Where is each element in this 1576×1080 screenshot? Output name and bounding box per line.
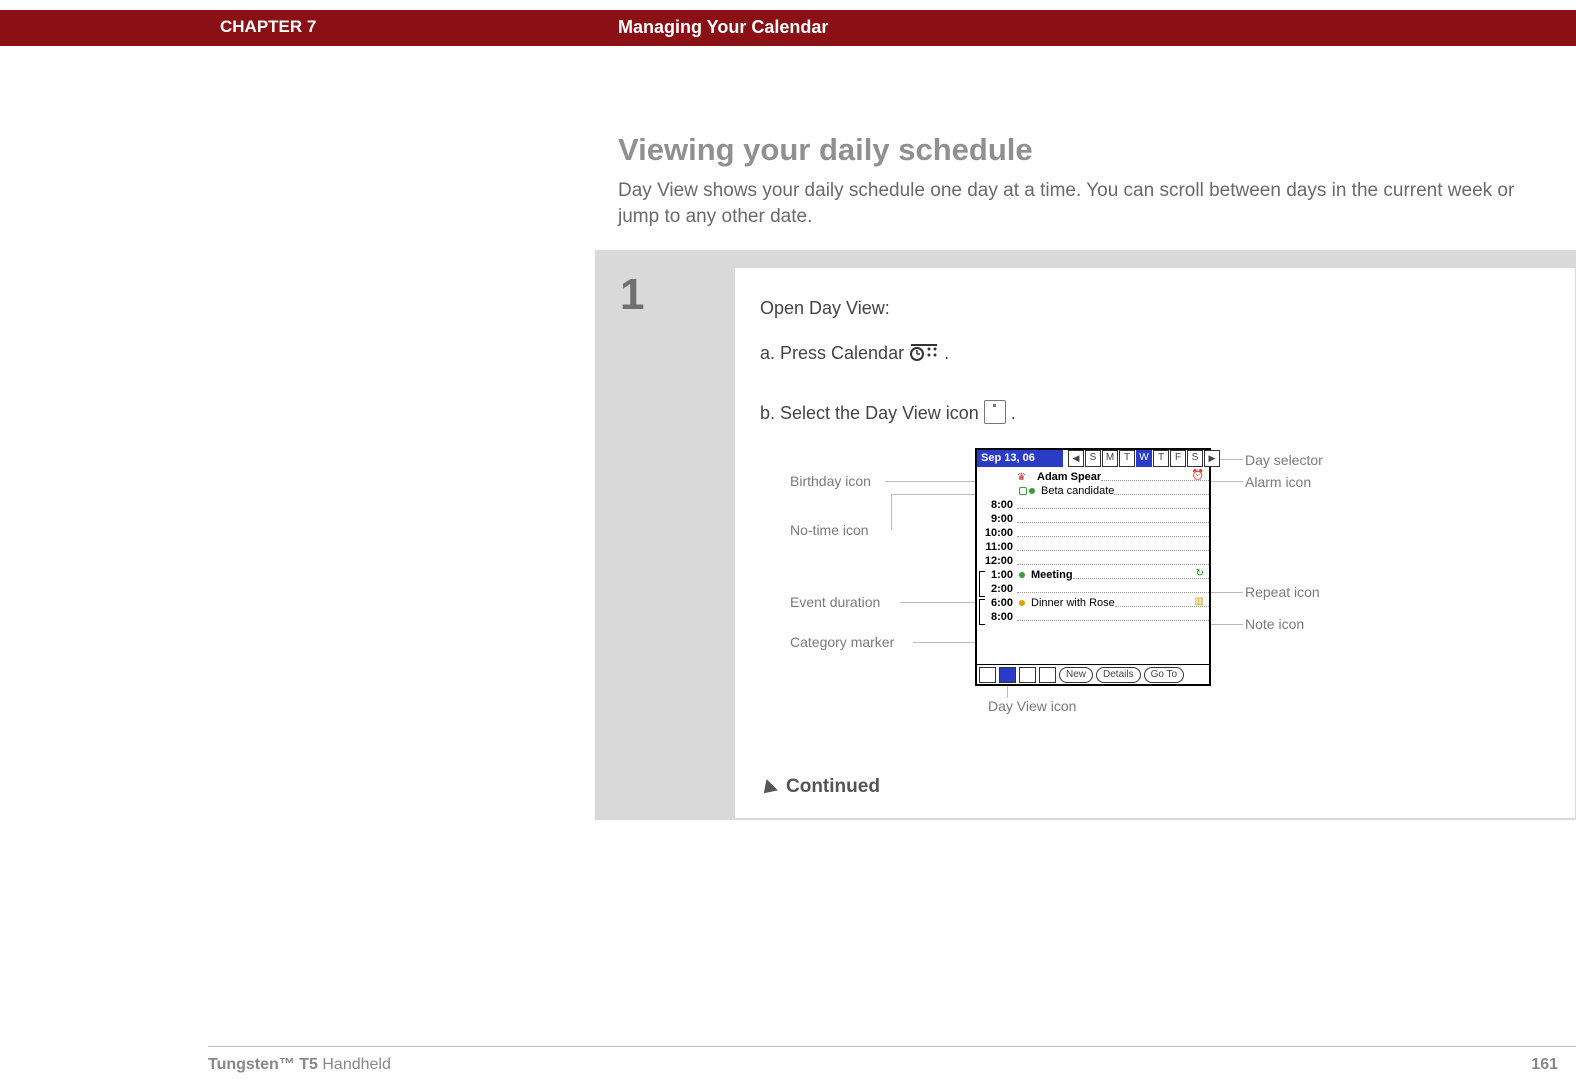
day-selector: ◀ S M T W T F S ▶ bbox=[1067, 450, 1220, 467]
event-row-dinner[interactable]: 6:00 Dinner with Rose ▥ bbox=[977, 596, 1209, 610]
day-next-arrow-icon[interactable]: ▶ bbox=[1204, 450, 1220, 467]
category-marker-icon bbox=[1029, 488, 1035, 494]
event-notime-name: Beta candidate bbox=[1037, 485, 1114, 497]
no-time-icon bbox=[1019, 487, 1027, 495]
day-mon[interactable]: M bbox=[1102, 450, 1118, 467]
goto-button[interactable]: Go To bbox=[1144, 667, 1185, 683]
day-sun[interactable]: S bbox=[1085, 450, 1101, 467]
step-open-line: Open Day View: bbox=[760, 298, 890, 319]
step-sub-b: b. Select the Day View icon . bbox=[760, 400, 1016, 424]
device-date[interactable]: Sep 13, 06 bbox=[977, 450, 1063, 467]
day-view-icon bbox=[984, 400, 1006, 424]
new-button[interactable]: New bbox=[1059, 667, 1093, 683]
view-week-button[interactable] bbox=[1019, 667, 1036, 683]
section-intro: Day View shows your daily schedule one d… bbox=[618, 178, 1558, 229]
callout-no-time-icon: No-time icon bbox=[790, 522, 869, 538]
continued-indicator: Continued bbox=[760, 776, 880, 798]
chapter-label: CHAPTER 7 bbox=[220, 17, 316, 37]
continued-label: Continued bbox=[786, 776, 880, 798]
view-month-button[interactable] bbox=[1039, 667, 1056, 683]
view-day-button[interactable] bbox=[999, 667, 1016, 683]
event-row-birthday[interactable]: ♛ Adam Spear ⏰ bbox=[977, 470, 1209, 484]
continued-arrow-icon bbox=[758, 779, 778, 799]
day-prev-arrow-icon[interactable]: ◀ bbox=[1068, 450, 1084, 467]
step-sub-a-suffix: . bbox=[944, 343, 949, 363]
step-sub-a-prefix: a. Press Calendar bbox=[760, 343, 909, 363]
calendar-button-icon bbox=[909, 343, 939, 368]
callout-day-view-icon: Day View icon bbox=[988, 698, 1076, 714]
event-birthday-name: Adam Spear bbox=[1033, 471, 1101, 483]
footer-product-rest: Handheld bbox=[318, 1056, 391, 1073]
footer-product-bold: Tungsten™ T5 bbox=[208, 1056, 318, 1073]
event-row-notime[interactable]: Beta candidate bbox=[977, 484, 1209, 498]
birthday-icon: ♛ bbox=[1017, 472, 1027, 482]
callout-repeat-icon: Repeat icon bbox=[1245, 584, 1320, 600]
view-agenda-button[interactable] bbox=[979, 667, 996, 683]
device-body: ♛ Adam Spear ⏰ Beta candidate bbox=[977, 470, 1209, 662]
category-marker-icon bbox=[1019, 572, 1025, 578]
day-wed[interactable]: W bbox=[1136, 450, 1152, 467]
callout-birthday-icon: Birthday icon bbox=[790, 473, 871, 489]
footer-page-number: 161 bbox=[1531, 1056, 1558, 1074]
header-bar: CHAPTER 7 Managing Your Calendar bbox=[0, 10, 1576, 46]
step-panel: Open Day View: a. Press Calendar . bbox=[735, 268, 1575, 818]
callout-note-icon: Note icon bbox=[1245, 616, 1304, 632]
callout-alarm-icon: Alarm icon bbox=[1245, 474, 1311, 490]
details-button[interactable]: Details bbox=[1096, 667, 1141, 683]
step-number: 1 bbox=[620, 270, 644, 320]
section-heading: Viewing your daily schedule bbox=[618, 132, 1033, 168]
callout-event-duration: Event duration bbox=[790, 594, 880, 610]
event-row-meeting[interactable]: 1:00 Meeting ↻ bbox=[977, 568, 1209, 582]
step-sub-a: a. Press Calendar . bbox=[760, 343, 949, 368]
chapter-title: Managing Your Calendar bbox=[618, 17, 828, 38]
step-sub-b-suffix: . bbox=[1011, 403, 1016, 423]
footer-divider bbox=[208, 1046, 1576, 1047]
step-panel-inner: Open Day View: a. Press Calendar . bbox=[735, 268, 1575, 818]
device-screenshot: Sep 13, 06 ◀ S M T W T F S ▶ bbox=[975, 448, 1211, 686]
callout-category-marker: Category marker bbox=[790, 634, 894, 650]
device-header: Sep 13, 06 ◀ S M T W T F S ▶ bbox=[977, 450, 1209, 467]
day-sat[interactable]: S bbox=[1187, 450, 1203, 467]
footer-product: Tungsten™ T5 Handheld bbox=[208, 1056, 391, 1074]
alarm-icon: ⏰ bbox=[1192, 470, 1204, 481]
day-thu[interactable]: T bbox=[1153, 450, 1169, 467]
category-marker-icon bbox=[1019, 600, 1025, 606]
event-dinner-name: Dinner with Rose bbox=[1027, 597, 1115, 609]
event-meeting-name: Meeting bbox=[1027, 569, 1073, 581]
device-footer: New Details Go To bbox=[977, 664, 1209, 684]
page: CHAPTER 7 Managing Your Calendar Viewing… bbox=[0, 0, 1576, 1080]
note-icon: ▥ bbox=[1195, 596, 1204, 607]
repeat-icon: ↻ bbox=[1196, 568, 1204, 579]
day-fri[interactable]: F bbox=[1170, 450, 1186, 467]
day-tue[interactable]: T bbox=[1119, 450, 1135, 467]
step-sub-b-prefix: b. Select the Day View icon bbox=[760, 403, 984, 423]
callout-day-selector: Day selector bbox=[1245, 452, 1323, 468]
